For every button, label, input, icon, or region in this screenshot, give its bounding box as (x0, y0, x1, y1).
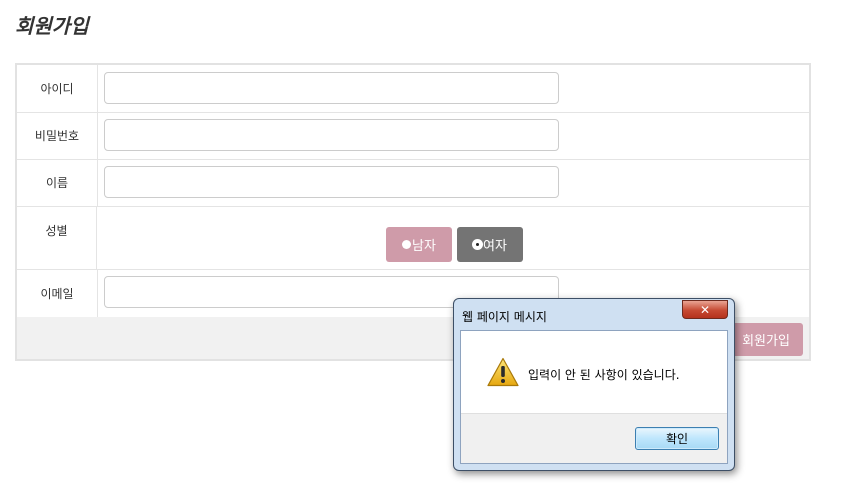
row-password: 비밀번호 (17, 112, 809, 160)
dialog-footer: 확인 (461, 413, 727, 463)
dialog-body: 입력이 안 된 사항이 있습니다. 확인 (460, 330, 728, 464)
message-dialog: 웹 페이지 메시지 ✕ 입력이 안 된 사항이 있습니다. 확인 (453, 298, 735, 471)
id-input[interactable] (104, 72, 559, 104)
gender-female-label: 여자 (483, 239, 507, 254)
dialog-title: 웹 페이지 메시지 (462, 310, 547, 324)
password-label: 비밀번호 (17, 112, 98, 159)
password-input[interactable] (104, 119, 559, 151)
radio-checked-icon (473, 240, 483, 249)
email-label: 이메일 (17, 269, 98, 317)
gender-male-label: 남자 (412, 239, 436, 254)
id-label: 아이디 (17, 65, 98, 112)
name-label: 이름 (17, 159, 98, 206)
dialog-ok-button[interactable]: 확인 (635, 427, 719, 450)
name-input[interactable] (104, 166, 559, 198)
radio-unchecked-icon (402, 240, 412, 249)
row-id: 아이디 (17, 65, 809, 113)
page-title: 회원가입 (15, 14, 89, 38)
warning-icon (487, 357, 519, 387)
gender-label: 성별 (17, 206, 97, 269)
dialog-close-button[interactable]: ✕ (682, 300, 728, 319)
dialog-titlebar[interactable]: 웹 페이지 메시지 ✕ (454, 299, 734, 329)
row-gender: 성별 남자 여자 (17, 206, 809, 270)
gender-female-button[interactable]: 여자 (457, 227, 523, 262)
gender-male-button[interactable]: 남자 (386, 227, 452, 262)
close-icon: ✕ (699, 302, 711, 317)
signup-submit-button[interactable]: 회원가입 (729, 323, 803, 356)
row-name: 이름 (17, 159, 809, 207)
dialog-message-area: 입력이 안 된 사항이 있습니다. (461, 331, 727, 413)
dialog-message: 입력이 안 된 사항이 있습니다. (528, 368, 680, 382)
